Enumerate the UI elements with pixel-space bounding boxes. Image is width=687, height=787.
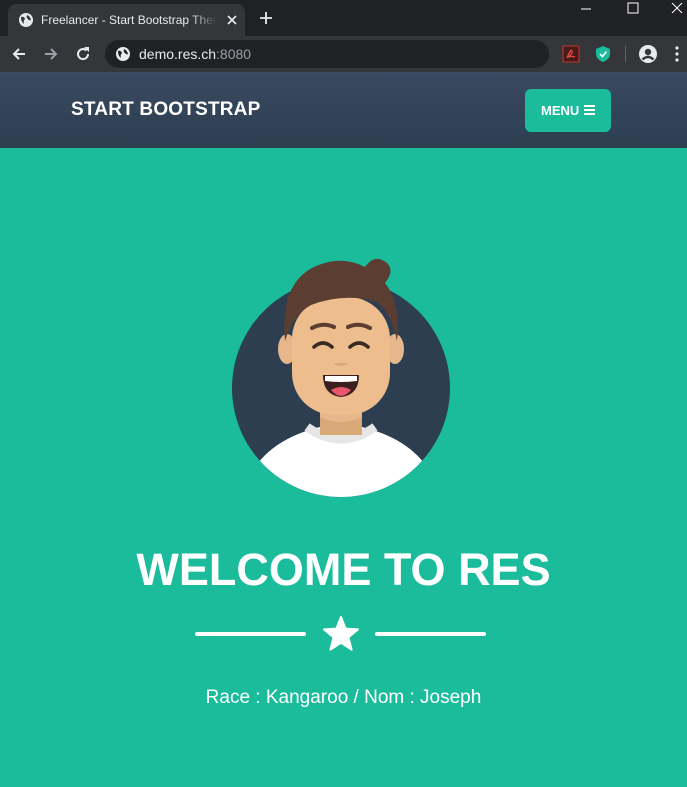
url-text: demo.res.ch:8080: [139, 46, 251, 62]
minimize-icon[interactable]: [578, 4, 594, 14]
menu-button[interactable]: MENU: [525, 89, 611, 132]
browser-titlebar: Freelancer - Start Bootstrap Theme: [0, 0, 687, 36]
menu-label: MENU: [541, 103, 580, 118]
browser-tab[interactable]: Freelancer - Start Bootstrap Theme: [8, 4, 245, 36]
globe-icon: [19, 13, 33, 27]
more-options-icon[interactable]: [675, 46, 679, 62]
maximize-icon[interactable]: [625, 0, 641, 16]
url-host: demo.res.ch: [139, 46, 217, 62]
star-icon: [323, 616, 359, 651]
brand-link[interactable]: START BOOTSTRAP: [71, 98, 260, 122]
hamburger-icon: [584, 105, 595, 115]
close-icon[interactable]: [224, 12, 240, 28]
pdf-icon[interactable]: [562, 45, 580, 63]
window-close-icon[interactable]: [669, 0, 685, 16]
toolbar-separator: [625, 46, 626, 62]
tab-title: Freelancer - Start Bootstrap Theme: [41, 13, 217, 27]
hero-subtitle: Race : Kangaroo / Nom : Joseph: [205, 687, 482, 708]
avatar-illustration: [232, 258, 450, 497]
divider-line-right: [375, 632, 486, 636]
back-arrow-icon[interactable]: [9, 44, 29, 64]
account-icon[interactable]: [638, 44, 658, 64]
address-bar[interactable]: demo.res.ch:8080: [105, 40, 549, 68]
browser-toolbar: demo.res.ch:8080: [0, 36, 687, 72]
divider-line-left: [195, 632, 306, 636]
globe-icon[interactable]: [115, 46, 131, 62]
hero-heading: WELCOME TO RES: [136, 544, 551, 595]
url-port: :8080: [216, 46, 252, 62]
site-navbar: START BOOTSTRAP MENU: [0, 72, 687, 148]
forward-arrow-icon[interactable]: [41, 44, 61, 64]
plus-icon[interactable]: [258, 10, 274, 26]
shield-icon[interactable]: [594, 45, 612, 63]
reload-icon[interactable]: [73, 44, 93, 64]
